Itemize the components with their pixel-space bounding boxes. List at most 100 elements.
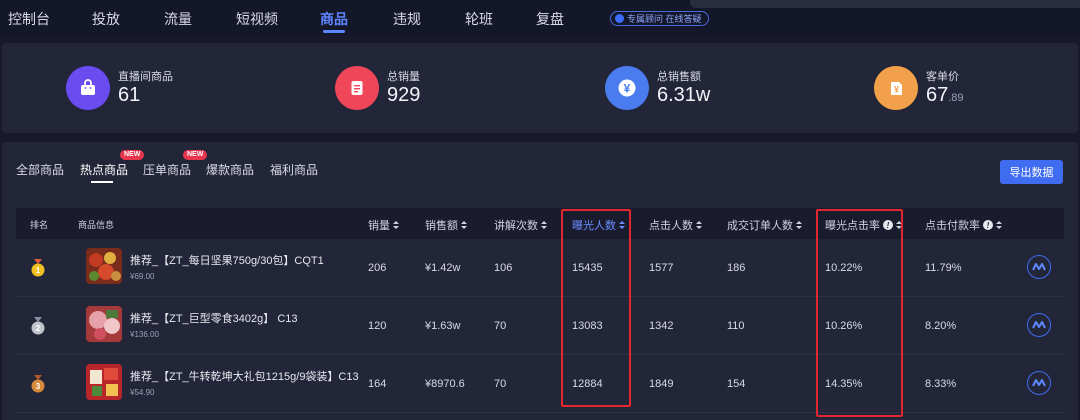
- document-icon: [335, 66, 379, 110]
- price-tag-icon: ¥: [874, 66, 918, 110]
- col-sales[interactable]: 销量: [368, 217, 399, 233]
- info-icon[interactable]: !: [983, 220, 993, 230]
- stat-value: 929: [387, 84, 421, 106]
- stat-label: 总销售额: [657, 71, 701, 83]
- info-icon[interactable]: !: [883, 220, 893, 230]
- cell-clicks: 1577: [649, 262, 674, 274]
- chat-icon: [615, 14, 624, 23]
- new-badge: NEW: [183, 150, 208, 160]
- stat-total-sales: 总销量 929: [335, 65, 535, 111]
- stat-avg-order: ¥ 客单价 67.89: [874, 65, 1074, 111]
- cell-explain: 106: [494, 262, 513, 274]
- product-price: ¥136.00: [130, 330, 159, 339]
- tab-all-products[interactable]: 全部商品: [16, 161, 64, 178]
- sort-icon: [696, 220, 702, 230]
- stat-value: 67.89: [926, 84, 964, 106]
- stat-label: 直播间商品: [118, 71, 173, 83]
- cell-clicks: 1849: [649, 378, 674, 390]
- nav-item-dashboard[interactable]: 控制台: [8, 9, 50, 29]
- cell-exposure: 15435: [572, 262, 603, 274]
- sort-icon: [461, 220, 467, 230]
- col-ctr[interactable]: 曝光点击率!: [825, 217, 902, 233]
- trend-chart-button[interactable]: [1027, 371, 1051, 395]
- cell-sales: 120: [368, 320, 387, 332]
- product-thumbnail[interactable]: [86, 364, 122, 400]
- cell-ctr: 10.26%: [825, 320, 863, 332]
- cell-sales: 164: [368, 378, 387, 390]
- svg-text:¥: ¥: [894, 85, 899, 95]
- stat-label: 客单价: [926, 71, 959, 83]
- nav-item-review[interactable]: 复盘: [536, 9, 564, 29]
- cell-sales: 206: [368, 262, 387, 274]
- stat-value: 6.31w: [657, 84, 711, 106]
- cell-explain: 70: [494, 320, 507, 332]
- product-price: ¥54.90: [130, 388, 155, 397]
- tab-hot-products[interactable]: 热点商品: [80, 161, 128, 178]
- shopping-bag-icon: [66, 66, 110, 110]
- bronze-medal-icon: 3: [31, 375, 45, 393]
- nav-item-products[interactable]: 商品: [320, 9, 348, 29]
- consultant-label: 专属顾问 在线答疑: [627, 14, 702, 24]
- cell-explain: 70: [494, 378, 507, 390]
- cell-ctr: 14.35%: [825, 378, 863, 390]
- product-panel: 全部商品 热点商品 NEW 压单商品 NEW 爆款商品 福利商品 导出数据 排名…: [2, 142, 1078, 420]
- table-row: 2 推荐_【ZT_巨型零食3402g】 C13 ¥136.00 120 ¥1.6…: [16, 297, 1064, 355]
- tab-active-underline: [91, 181, 113, 183]
- nav-item-ads[interactable]: 投放: [92, 9, 120, 29]
- trend-chart-button[interactable]: [1027, 255, 1051, 279]
- cell-pay-rate: 8.33%: [925, 378, 957, 390]
- col-amount[interactable]: 销售额: [425, 217, 467, 233]
- product-name[interactable]: 推荐_【ZT_每日坚果750g/30包】CQT1: [130, 252, 324, 268]
- trend-icon: [1032, 321, 1046, 329]
- cell-orders: 110: [727, 320, 745, 332]
- nav-item-short-video[interactable]: 短视频: [236, 9, 278, 29]
- nav-item-shifts[interactable]: 轮班: [465, 9, 493, 29]
- nav-active-underline: [323, 30, 345, 33]
- product-thumbnail[interactable]: [86, 306, 122, 342]
- col-orders[interactable]: 成交订单人数: [727, 217, 802, 233]
- table-row: 1 推荐_【ZT_每日坚果750g/30包】CQT1 ¥69.00 206 ¥1…: [16, 239, 1064, 297]
- table-row: 3 推荐_【ZT_牛转乾坤大礼包1215g/9袋装】C13 ¥54.90 164…: [16, 355, 1064, 413]
- sort-icon: [619, 220, 625, 230]
- sort-icon: [796, 220, 802, 230]
- consultant-button[interactable]: 专属顾问 在线答疑: [610, 11, 709, 26]
- gold-medal-icon: 1: [31, 259, 45, 277]
- col-exposure[interactable]: 曝光人数: [572, 217, 625, 233]
- trend-chart-button[interactable]: [1027, 313, 1051, 337]
- col-pay-rate[interactable]: 点击付款率!: [925, 217, 1002, 233]
- cell-ctr: 10.22%: [825, 262, 863, 274]
- new-badge: NEW: [120, 150, 145, 160]
- sort-icon: [541, 220, 547, 230]
- col-explain-count[interactable]: 讲解次数: [494, 217, 547, 233]
- sort-icon: [896, 220, 902, 230]
- col-clicks[interactable]: 点击人数: [649, 217, 702, 233]
- tab-backlog-products[interactable]: 压单商品: [143, 161, 191, 178]
- tab-welfare-products[interactable]: 福利商品: [270, 161, 318, 178]
- cell-pay-rate: 11.79%: [925, 262, 962, 274]
- svg-text:¥: ¥: [624, 82, 631, 96]
- stat-total-revenue: ¥ 总销售额 6.31w: [605, 65, 805, 111]
- stat-label: 总销量: [387, 71, 420, 83]
- svg-text:3: 3: [36, 382, 41, 391]
- cell-amount: ¥1.63w: [425, 320, 461, 332]
- nav-item-violations[interactable]: 违规: [393, 9, 421, 29]
- sort-icon: [996, 220, 1002, 230]
- cell-amount: ¥1.42w: [425, 262, 461, 274]
- product-name[interactable]: 推荐_【ZT_巨型零食3402g】 C13: [130, 310, 298, 326]
- col-rank: 排名: [30, 220, 49, 230]
- nav-item-traffic[interactable]: 流量: [164, 9, 192, 29]
- cell-exposure: 13083: [572, 320, 603, 332]
- cell-orders: 186: [727, 262, 746, 274]
- export-data-button[interactable]: 导出数据: [1000, 160, 1063, 184]
- summary-stats-panel: 直播间商品 61 总销量 929 ¥ 总销售额 6.31w ¥ 客单价 67.8…: [2, 43, 1078, 133]
- trend-icon: [1032, 263, 1046, 271]
- cell-pay-rate: 8.20%: [925, 320, 957, 332]
- table-header: 排名 商品信息 销量 销售额 讲解次数 曝光人数 点击人数 成交订单人数 曝光点…: [16, 208, 1064, 239]
- product-thumbnail[interactable]: [86, 248, 122, 284]
- silver-medal-icon: 2: [31, 317, 45, 335]
- trend-icon: [1032, 379, 1046, 387]
- product-name[interactable]: 推荐_【ZT_牛转乾坤大礼包1215g/9袋装】C13: [130, 368, 359, 384]
- tab-bestseller-products[interactable]: 爆款商品: [206, 161, 254, 178]
- cell-amount: ¥8970.6: [425, 378, 465, 390]
- time-range-bar: [690, 0, 1080, 8]
